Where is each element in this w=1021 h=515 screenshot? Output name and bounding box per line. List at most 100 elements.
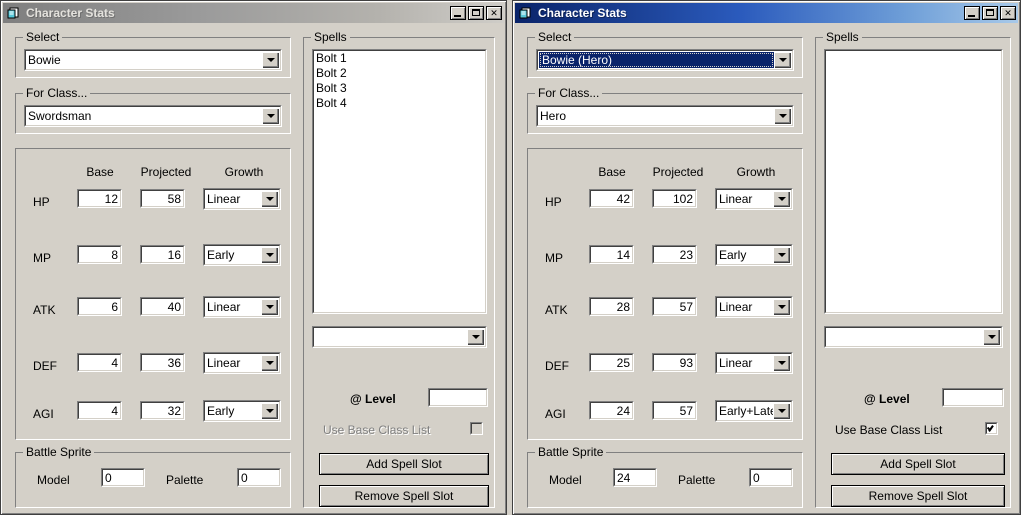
- stat-projected-mp[interactable]: 23: [652, 245, 697, 264]
- chevron-down-icon[interactable]: [261, 299, 278, 315]
- select-group-right: Select Bowie (Hero): [527, 31, 803, 78]
- titlebar-right[interactable]: Character Stats ✕: [515, 3, 1018, 23]
- stat-growth-mp-value: Early: [207, 248, 235, 262]
- stat-growth-def-value: Linear: [207, 356, 241, 370]
- stat-base-def[interactable]: 25: [589, 353, 634, 372]
- model-input[interactable]: 0: [101, 468, 145, 487]
- spell-select-value: [313, 327, 467, 347]
- stat-growth-mp[interactable]: Early: [203, 244, 281, 266]
- stat-growth-atk[interactable]: Linear: [715, 296, 793, 318]
- maximize-button-left[interactable]: [468, 6, 484, 20]
- chevron-down-icon[interactable]: [261, 191, 278, 207]
- stat-base-def[interactable]: 4: [77, 353, 122, 372]
- stat-growth-hp[interactable]: Linear: [715, 188, 793, 210]
- stat-growth-def-value: Linear: [719, 356, 753, 370]
- add-spell-slot-button-right[interactable]: Add Spell Slot: [831, 453, 1005, 475]
- at-level-input[interactable]: [942, 388, 1004, 407]
- spell-select-combo-left[interactable]: [312, 326, 487, 348]
- stat-growth-def[interactable]: Linear: [203, 352, 281, 374]
- minimize-button-right[interactable]: [964, 6, 980, 20]
- stat-projected-atk[interactable]: 57: [652, 297, 697, 316]
- stat-label-agi: AGI: [545, 407, 566, 421]
- stat-projected-agi[interactable]: 57: [652, 401, 697, 420]
- class-select-combo-right[interactable]: Hero: [536, 105, 794, 127]
- chevron-down-icon[interactable]: [773, 299, 790, 315]
- stats-header-base: Base: [598, 165, 626, 179]
- list-item[interactable]: Bolt 2: [313, 66, 486, 81]
- stats-group-right: Base Projected Growth HP 42 102 Linear M…: [527, 148, 803, 440]
- stat-label-hp: HP: [545, 195, 562, 209]
- chevron-down-icon[interactable]: [261, 247, 278, 263]
- use-base-class-list-checkbox-right[interactable]: [985, 422, 998, 435]
- remove-spell-slot-button-left[interactable]: Remove Spell Slot: [319, 485, 489, 507]
- minimize-button-left[interactable]: [450, 6, 466, 20]
- stat-label-def: DEF: [33, 359, 57, 373]
- stat-projected-mp[interactable]: 16: [140, 245, 185, 264]
- stat-base-hp[interactable]: 42: [589, 189, 634, 208]
- chevron-down-icon[interactable]: [261, 355, 278, 371]
- stat-growth-atk[interactable]: Linear: [203, 296, 281, 318]
- stat-base-mp[interactable]: 14: [589, 245, 634, 264]
- stat-projected-hp[interactable]: 102: [652, 189, 697, 208]
- chevron-down-icon[interactable]: [773, 247, 790, 263]
- character-select-combo-left[interactable]: Bowie: [24, 49, 282, 71]
- chevron-down-icon[interactable]: [774, 108, 791, 124]
- character-stats-window-right[interactable]: Character Stats ✕ Select Bowie (Hero) Fo…: [512, 0, 1021, 515]
- chevron-down-icon[interactable]: [983, 329, 1000, 345]
- chevron-down-icon[interactable]: [262, 108, 279, 124]
- list-item[interactable]: Bolt 1: [313, 51, 486, 66]
- stat-growth-atk-value: Linear: [207, 300, 241, 314]
- stat-label-agi: AGI: [33, 407, 54, 421]
- close-button-right[interactable]: ✕: [1000, 6, 1016, 20]
- close-icon: ✕: [490, 7, 498, 18]
- stat-growth-def[interactable]: Linear: [715, 352, 793, 374]
- spells-listbox-left[interactable]: Bolt 1 Bolt 2 Bolt 3 Bolt 4: [312, 49, 487, 314]
- palette-input[interactable]: 0: [749, 468, 793, 487]
- chevron-down-icon[interactable]: [774, 52, 791, 68]
- desktop: Character Stats ✕ Select Bowie For Class…: [0, 0, 1021, 515]
- stat-base-atk[interactable]: 6: [77, 297, 122, 316]
- chevron-down-icon[interactable]: [773, 355, 790, 371]
- maximize-button-right[interactable]: [982, 6, 998, 20]
- stat-projected-hp[interactable]: 58: [140, 189, 185, 208]
- remove-spell-slot-button-right[interactable]: Remove Spell Slot: [831, 485, 1005, 507]
- chevron-down-icon[interactable]: [261, 403, 278, 419]
- stat-growth-mp[interactable]: Early: [715, 244, 793, 266]
- chevron-down-icon[interactable]: [262, 52, 279, 68]
- stat-projected-atk[interactable]: 40: [140, 297, 185, 316]
- character-stats-window-left[interactable]: Character Stats ✕ Select Bowie For Class…: [0, 0, 507, 515]
- stat-projected-agi[interactable]: 32: [140, 401, 185, 420]
- list-item[interactable]: Bolt 3: [313, 81, 486, 96]
- select-group-label: Select: [535, 31, 575, 44]
- class-select-value: Swordsman: [28, 109, 92, 123]
- stat-base-agi[interactable]: 24: [589, 401, 634, 420]
- stat-base-hp[interactable]: 12: [77, 189, 122, 208]
- stat-label-hp: HP: [33, 195, 50, 209]
- stat-projected-def[interactable]: 36: [140, 353, 185, 372]
- spell-select-value: [825, 327, 983, 347]
- spell-select-combo-right[interactable]: [824, 326, 1003, 348]
- stat-base-atk[interactable]: 28: [589, 297, 634, 316]
- add-spell-slot-button-left[interactable]: Add Spell Slot: [319, 453, 489, 475]
- stat-growth-hp[interactable]: Linear: [203, 188, 281, 210]
- stat-base-agi[interactable]: 4: [77, 401, 122, 420]
- stat-growth-agi[interactable]: Early: [203, 400, 281, 422]
- stat-projected-def[interactable]: 93: [652, 353, 697, 372]
- stat-growth-agi[interactable]: Early+Late: [715, 400, 793, 422]
- stat-growth-agi-value: Early: [207, 404, 235, 418]
- chevron-down-icon[interactable]: [773, 403, 790, 419]
- stat-label-def: DEF: [545, 359, 569, 373]
- palette-input[interactable]: 0: [237, 468, 281, 487]
- stat-base-mp[interactable]: 8: [77, 245, 122, 264]
- character-select-value: Bowie (Hero): [539, 52, 774, 68]
- chevron-down-icon[interactable]: [773, 191, 790, 207]
- spells-listbox-right[interactable]: [824, 49, 1003, 314]
- class-select-combo-left[interactable]: Swordsman: [24, 105, 282, 127]
- titlebar-left[interactable]: Character Stats ✕: [3, 3, 504, 23]
- chevron-down-icon[interactable]: [467, 329, 484, 345]
- close-button-left[interactable]: ✕: [486, 6, 502, 20]
- at-level-input[interactable]: [428, 388, 488, 407]
- list-item[interactable]: Bolt 4: [313, 96, 486, 111]
- character-select-combo-right[interactable]: Bowie (Hero): [536, 49, 794, 71]
- model-input[interactable]: 24: [613, 468, 657, 487]
